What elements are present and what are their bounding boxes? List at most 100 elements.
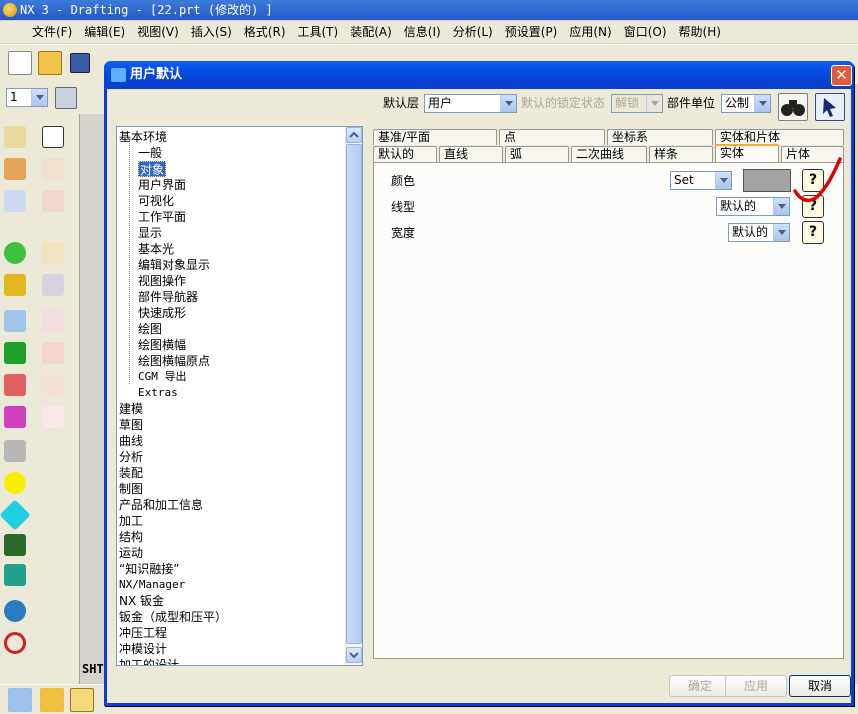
dialog-titlebar[interactable]: 用户默认 ✕ <box>104 61 854 89</box>
menu-tools[interactable]: 工具(T) <box>292 21 345 43</box>
tree-node-child[interactable]: 用户界面 <box>138 177 186 193</box>
menu-preferences[interactable]: 预设置(P) <box>499 21 564 43</box>
tree-node-child[interactable]: 可视化 <box>138 193 174 209</box>
text-style-icon[interactable] <box>4 190 26 212</box>
t-shape-icon[interactable] <box>4 342 26 364</box>
lock-status-select[interactable]: 解锁 <box>611 94 663 113</box>
cancel-button[interactable]: 取消 <box>789 675 851 697</box>
tree-node-root[interactable]: 建模 <box>119 401 143 417</box>
point-icon[interactable] <box>4 472 26 494</box>
tree-node-child[interactable]: Extras <box>138 385 178 401</box>
structure-icon[interactable] <box>4 374 26 396</box>
funnel-icon[interactable] <box>4 564 26 586</box>
scroll-thumb[interactable] <box>346 144 362 644</box>
tree-scrollbar[interactable] <box>345 127 362 665</box>
centerline-icon[interactable] <box>42 406 64 428</box>
color-mode-select[interactable]: Set <box>670 171 732 190</box>
find-button[interactable] <box>778 93 808 121</box>
tree-node-child[interactable]: 视图操作 <box>138 273 186 289</box>
tree-node-child[interactable]: 快速成形 <box>138 305 186 321</box>
menu-window[interactable]: 窗口(O) <box>618 21 673 43</box>
section-icon[interactable] <box>42 374 64 396</box>
component-icon[interactable] <box>40 688 64 712</box>
tab-arc[interactable]: 弧 <box>505 146 569 162</box>
chamfer-icon[interactable] <box>42 342 64 364</box>
cylinder-icon[interactable] <box>42 274 64 296</box>
defaults-level-select[interactable]: 用户 <box>424 94 517 113</box>
apply-button[interactable]: 应用 <box>725 675 787 697</box>
menu-format[interactable]: 格式(R) <box>238 21 292 43</box>
edit-annotation-icon[interactable] <box>42 158 64 180</box>
tree-node-root[interactable]: 运动 <box>119 545 143 561</box>
curve-icon[interactable] <box>4 274 26 296</box>
tree-node-root[interactable]: 结构 <box>119 529 143 545</box>
tab-csys[interactable]: 坐标系 <box>607 129 713 145</box>
menu-insert[interactable]: 插入(S) <box>185 21 238 43</box>
menu-view[interactable]: 视图(V) <box>131 21 185 43</box>
sphere-icon[interactable] <box>4 600 26 622</box>
connector-icon[interactable] <box>4 406 26 428</box>
tree-node-root[interactable]: 加工的设计 <box>119 657 179 665</box>
tab-conic[interactable]: 二次曲线 <box>571 146 647 162</box>
hexagon-icon[interactable] <box>4 242 26 264</box>
color-swatch[interactable] <box>743 169 791 192</box>
category-tree[interactable]: 基本环境 一般 对象 用户界面 可视化 工作平面 显示 基本光 编辑对象显示 视… <box>116 126 363 666</box>
tee-icon[interactable] <box>4 534 26 556</box>
angle-icon[interactable] <box>42 310 64 332</box>
tree-node-root[interactable]: NX/Manager <box>119 577 185 593</box>
tree-node-root[interactable]: 草图 <box>119 417 143 433</box>
tree-node-child-selected[interactable]: 对象 <box>138 161 167 177</box>
tree-node-child[interactable]: 一般 <box>138 145 162 161</box>
assembly-icon[interactable] <box>8 688 32 712</box>
menu-help[interactable]: 帮助(H) <box>673 21 727 43</box>
tree-node-root[interactable]: 加工 <box>119 513 143 529</box>
bolt-icon[interactable] <box>4 310 26 332</box>
menu-information[interactable]: 信息(I) <box>398 21 447 43</box>
tab-point[interactable]: 点 <box>499 129 605 145</box>
ring-icon[interactable] <box>4 632 26 654</box>
whats-this-help-button[interactable] <box>815 93 845 121</box>
tree-node-root[interactable]: 制图 <box>119 481 143 497</box>
tree-node-root[interactable]: 装配 <box>119 465 143 481</box>
tree-node-root[interactable]: 钣金（成型和压平） <box>119 609 227 625</box>
tree-node-child[interactable]: 绘图横幅原点 <box>138 353 210 369</box>
tree-node-child[interactable]: 绘图 <box>138 321 162 337</box>
tree-node-child[interactable]: 工作平面 <box>138 209 186 225</box>
menu-file[interactable]: 文件(F) <box>26 21 78 43</box>
pin-icon[interactable] <box>4 440 26 462</box>
work-layer-select[interactable]: 1 <box>6 88 48 107</box>
ok-button[interactable]: 确定 <box>669 675 731 697</box>
new-file-icon[interactable] <box>8 51 32 75</box>
tree-node-child[interactable]: CGM 导出 <box>138 369 187 385</box>
scroll-up-button[interactable] <box>346 127 362 143</box>
menu-assemblies[interactable]: 装配(A) <box>344 21 398 43</box>
tree-node-root[interactable]: 曲线 <box>119 433 143 449</box>
open-folder-icon[interactable] <box>38 51 62 75</box>
scroll-down-button[interactable] <box>346 647 362 663</box>
drafting-tool-icon[interactable] <box>4 126 26 148</box>
menu-edit[interactable]: 编辑(E) <box>78 21 131 43</box>
width-select[interactable]: 默认的 <box>728 223 790 242</box>
tree-node-child[interactable]: 部件导航器 <box>138 289 198 305</box>
tree-node-child[interactable]: 绘图横幅 <box>138 337 186 353</box>
part-units-select[interactable]: 公制 <box>721 94 771 113</box>
save-icon[interactable] <box>70 53 90 73</box>
tree-node-root[interactable]: 冲压工程 <box>119 625 167 641</box>
tree-node-root[interactable]: 分析 <box>119 449 143 465</box>
tree-node-basic-environment[interactable]: 基本环境 <box>119 129 167 145</box>
tab-line[interactable]: 直线 <box>439 146 503 162</box>
part-icon[interactable] <box>70 688 94 712</box>
tree-node-root[interactable]: 产品和加工信息 <box>119 497 203 513</box>
origin-icon[interactable] <box>42 190 64 212</box>
menu-analysis[interactable]: 分析(L) <box>447 21 499 43</box>
annotation-text-icon[interactable] <box>42 126 64 148</box>
width-help-button[interactable]: ? <box>802 221 824 244</box>
menu-application[interactable]: 应用(N) <box>563 21 617 43</box>
tree-node-child[interactable]: 基本光 <box>138 241 174 257</box>
tab-solids-sheets[interactable]: 实体和片体 <box>715 129 844 145</box>
tree-node-child[interactable]: 显示 <box>138 225 162 241</box>
view-icon[interactable] <box>4 158 26 180</box>
tab-default[interactable]: 默认的 <box>373 146 437 162</box>
tab-spline[interactable]: 样条 <box>649 146 713 162</box>
close-button[interactable]: ✕ <box>831 65 852 86</box>
